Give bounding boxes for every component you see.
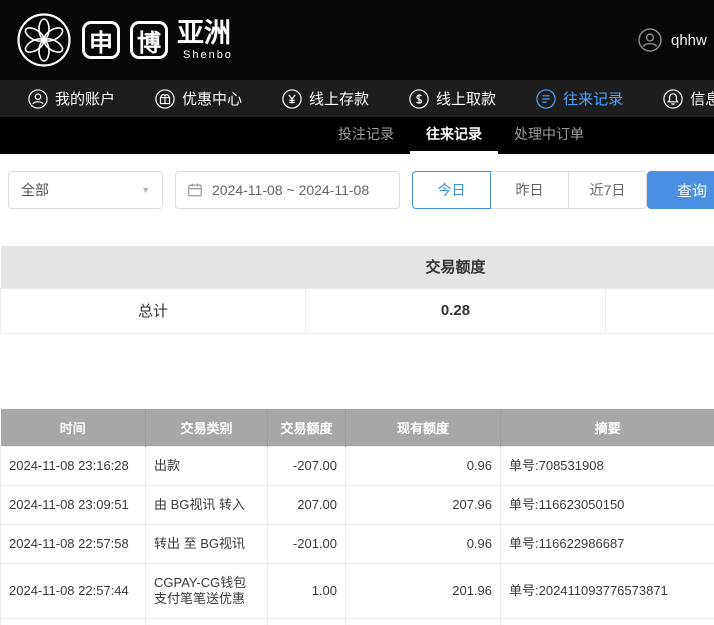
quick-button-last7days[interactable]: 近7日 [568, 171, 647, 209]
logo-char-bo: 博 [130, 21, 168, 59]
quick-button-today[interactable]: 今日 [412, 171, 491, 209]
user-account[interactable]: qhhw [638, 28, 707, 52]
nav-item-transactions[interactable]: 往来记录 [516, 80, 643, 117]
table-cell: 单号:202411093776573871 [501, 564, 714, 619]
date-range-value: 2024-11-08 ~ 2024-11-08 [212, 182, 369, 198]
nav-item-promotions[interactable]: 优惠中心 [135, 80, 262, 117]
table-cell: 单号:202411093776573871 [501, 619, 714, 625]
type-select[interactable]: 全部 ▼ [8, 171, 163, 209]
summary-total-row: 总计 0.28 [1, 288, 714, 333]
table-cell: 2024-11-08 22:57:44 [1, 619, 146, 625]
table-cell: 单号:708531908 [501, 447, 714, 486]
main-nav: 我的账户 优惠中心 线上存款 线上取款 往来记录 信息 [0, 80, 714, 117]
logo-char-shen: 申 [82, 21, 120, 59]
withdraw-icon [409, 89, 429, 109]
logo-region-text: 亚洲 [177, 19, 233, 47]
sub-nav: 投注记录往来记录处理中订单 [0, 117, 714, 154]
table-cell: 转出 至 BG视讯 [146, 525, 268, 564]
nav-item-deposit[interactable]: 线上存款 [262, 80, 389, 117]
nav-item-my-account[interactable]: 我的账户 [8, 80, 135, 117]
lotus-logo-icon [16, 12, 72, 68]
nav-item-label: 线上存款 [309, 88, 369, 109]
table-cell: 200.00 [268, 619, 346, 625]
table-cell: 201.96 [346, 564, 501, 619]
calendar-icon [187, 182, 203, 198]
column-header: 现有额度 [346, 409, 501, 447]
table-row: 2024-11-08 22:57:44CGPAY支付200.00200.96单号… [1, 619, 714, 625]
column-header: 时间 [1, 409, 146, 447]
table-cell: 207.00 [268, 486, 346, 525]
table-row: 2024-11-08 23:09:51由 BG视讯 转入207.00207.96… [1, 486, 714, 525]
table-cell: 2024-11-08 23:09:51 [1, 486, 146, 525]
nav-item-messages[interactable]: 信息 [643, 80, 714, 117]
nav-item-label: 优惠中心 [182, 88, 242, 109]
date-range-input[interactable]: 2024-11-08 ~ 2024-11-08 [175, 171, 400, 209]
nav-item-label: 往来记录 [563, 88, 623, 109]
deposit-icon [282, 89, 302, 109]
nav-item-label: 线上取款 [436, 88, 496, 109]
user-icon [28, 89, 48, 109]
tab-transaction-records[interactable]: 往来记录 [410, 117, 498, 154]
table-cell: 单号:116623050150 [501, 486, 714, 525]
table-cell: -207.00 [268, 447, 346, 486]
summary-total-value: 0.28 [306, 288, 606, 333]
transactions-body: 2024-11-08 23:16:28出款-207.000.96单号:70853… [1, 447, 714, 625]
tab-pending-orders[interactable]: 处理中订单 [498, 117, 600, 154]
table-cell: 207.96 [346, 486, 501, 525]
bell-icon [663, 89, 683, 109]
top-header: 申 博 亚洲 Shenbo qhhw [0, 0, 714, 80]
summary-table: 交易额度 总计 0.28 [0, 246, 714, 334]
table-cell: 1.00 [268, 564, 346, 619]
tab-betting-records[interactable]: 投注记录 [322, 117, 410, 154]
records-icon [536, 89, 556, 109]
transactions-table: 时间交易类别交易额度现有额度摘要 2024-11-08 23:16:28出款-2… [0, 409, 714, 625]
table-row: 2024-11-08 22:57:44CGPAY-CG钱包支付笔笔送优惠1.00… [1, 564, 714, 619]
table-header-row: 时间交易类别交易额度现有额度摘要 [1, 409, 714, 447]
table-cell: CGPAY-CG钱包支付笔笔送优惠 [146, 564, 268, 619]
search-button[interactable]: 查询 [647, 171, 714, 209]
logo-region: 亚洲 Shenbo [177, 19, 233, 61]
table-cell: 出款 [146, 447, 268, 486]
table-cell: 单号:116622986687 [501, 525, 714, 564]
nav-item-withdraw[interactable]: 线上取款 [389, 80, 516, 117]
table-cell: 0.96 [346, 525, 501, 564]
user-avatar-icon [638, 28, 662, 52]
filter-bar: 全部 ▼ 2024-11-08 ~ 2024-11-08 今日昨日近7日 查询 [0, 154, 714, 226]
gift-icon [155, 89, 175, 109]
table-cell: 2024-11-08 23:16:28 [1, 447, 146, 486]
type-select-value: 全部 [21, 180, 49, 200]
table-cell: 2024-11-08 22:57:58 [1, 525, 146, 564]
table-row: 2024-11-08 23:16:28出款-207.000.96单号:70853… [1, 447, 714, 486]
summary-total-label: 总计 [1, 288, 306, 333]
table-cell: CGPAY支付 [146, 619, 268, 625]
table-row: 2024-11-08 22:57:58转出 至 BG视讯-201.000.96单… [1, 525, 714, 564]
quick-button-yesterday[interactable]: 昨日 [490, 171, 569, 209]
summary-header-row: 交易额度 [1, 246, 714, 288]
quick-range-group: 今日昨日近7日 [412, 171, 647, 209]
nav-item-label: 信息 [690, 88, 714, 109]
username: qhhw [671, 32, 707, 49]
table-cell: 200.96 [346, 619, 501, 625]
column-header: 摘要 [501, 409, 714, 447]
table-cell: 由 BG视讯 转入 [146, 486, 268, 525]
nav-item-label: 我的账户 [55, 88, 115, 109]
table-cell: 2024-11-08 22:57:44 [1, 564, 146, 619]
column-header: 交易类别 [146, 409, 268, 447]
summary-header-label: 交易额度 [306, 246, 606, 288]
table-cell: 0.96 [346, 447, 501, 486]
table-cell: -201.00 [268, 525, 346, 564]
column-header: 交易额度 [268, 409, 346, 447]
chevron-down-icon: ▼ [141, 185, 150, 195]
logo-subtitle: Shenbo [177, 49, 233, 61]
